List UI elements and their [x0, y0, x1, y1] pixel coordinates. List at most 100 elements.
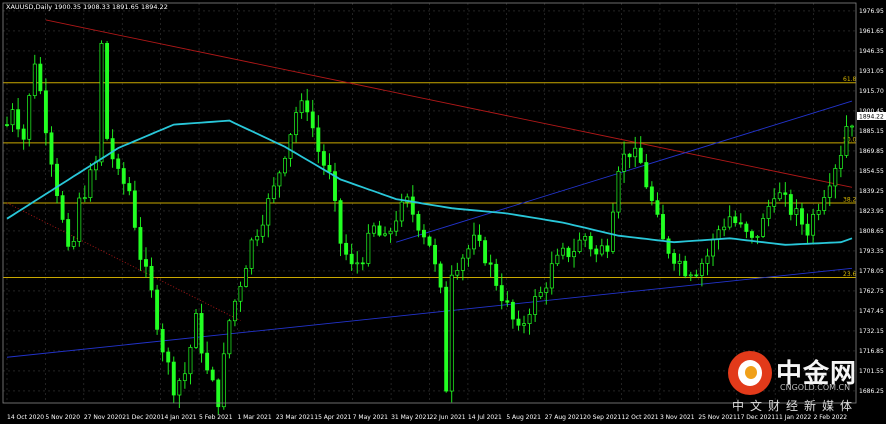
x-tick-label: 3 Nov 2021 — [660, 414, 695, 421]
candle-body — [416, 213, 421, 231]
candle-body — [510, 301, 515, 320]
candle-body — [816, 210, 821, 215]
candle-body — [377, 225, 382, 236]
candle-body — [661, 214, 665, 240]
candle-body — [310, 111, 315, 129]
candle-body — [410, 196, 415, 215]
candle-body — [705, 255, 710, 264]
candle-body — [727, 216, 732, 228]
candle-body — [761, 218, 766, 237]
candle-body — [43, 90, 48, 134]
candle-body — [327, 164, 332, 172]
candle-body — [144, 259, 148, 267]
x-tick-label: 5 Feb 2021 — [199, 414, 233, 421]
candle-body — [472, 234, 476, 250]
candle-body — [88, 169, 93, 198]
y-tick-label: 1976.95 — [859, 8, 884, 15]
candle-body — [60, 195, 65, 220]
candle-body — [238, 286, 243, 302]
candle-body — [655, 200, 660, 215]
candle-body — [360, 262, 365, 265]
candle-body — [55, 163, 59, 196]
candle-body — [733, 216, 738, 224]
candle-body — [527, 314, 532, 325]
candle-body — [555, 254, 560, 265]
cngold-logo-icon — [728, 351, 772, 395]
candle-body — [166, 351, 171, 363]
candle-body — [716, 229, 721, 240]
y-tick-label: 1854.55 — [859, 168, 884, 175]
y-tick-label: 1961.65 — [859, 28, 884, 35]
candle-body — [5, 124, 9, 126]
candle-body — [82, 197, 87, 199]
candle-body — [271, 185, 276, 199]
x-tick-label: 12 Oct 2021 — [622, 414, 659, 421]
candle-body — [722, 226, 727, 231]
candle-body — [560, 247, 565, 256]
candle-body — [132, 190, 137, 228]
candle-body — [10, 109, 15, 126]
candle-body — [794, 208, 799, 215]
candle-body — [121, 168, 126, 184]
candle-body — [766, 205, 771, 219]
candle-body — [383, 233, 387, 236]
candle-body — [744, 223, 749, 232]
candle-body — [138, 227, 143, 260]
y-tick-label: 1931.05 — [859, 68, 884, 75]
candle-body — [544, 287, 549, 293]
candle-body — [244, 268, 248, 287]
candle-body — [210, 369, 215, 381]
x-tick-label: 20 Sep 2021 — [583, 414, 621, 421]
candle-body — [32, 63, 37, 96]
candle-body — [399, 201, 404, 222]
candle-body — [177, 380, 182, 396]
candle-body — [27, 95, 32, 140]
candle-body — [594, 248, 599, 255]
x-tick-label: 27 Nov 2020 — [84, 414, 123, 421]
candle-body — [677, 260, 682, 264]
candle-body — [316, 127, 321, 152]
x-tick-label: 5 Nov 2020 — [45, 414, 80, 421]
candle-body — [427, 236, 432, 246]
candle-body — [583, 236, 588, 241]
candle-body — [616, 170, 621, 213]
candle-body — [844, 126, 849, 156]
y-tick-label: 1808.65 — [859, 228, 884, 235]
candle-body — [194, 313, 198, 348]
candle-body — [344, 242, 349, 255]
candle-body — [288, 134, 293, 159]
y-tick-label: 1946.35 — [859, 48, 884, 55]
candle-body — [221, 353, 226, 408]
candle-body — [805, 223, 810, 236]
candle-body — [49, 132, 54, 165]
x-tick-label: 5 Aug 2021 — [506, 414, 541, 421]
candle-body — [299, 100, 304, 113]
y-tick-label: 1732.15 — [859, 328, 884, 335]
candle-body — [566, 247, 571, 258]
candle-body — [171, 361, 176, 396]
candle-body — [572, 251, 576, 258]
candle-body — [338, 200, 343, 244]
x-tick-label: 7 May 2021 — [353, 414, 388, 421]
x-tick-label: 14 Oct 2020 — [7, 414, 44, 421]
candle-body — [611, 211, 615, 252]
y-tick-label: 1915.70 — [859, 88, 884, 95]
candle-body — [199, 313, 204, 354]
candle-body — [505, 300, 510, 303]
candle-body — [160, 329, 165, 353]
candle-body — [838, 155, 843, 169]
candle-body — [638, 147, 643, 163]
candle-body — [449, 274, 454, 392]
candle-body — [232, 300, 237, 322]
candle-body — [644, 162, 649, 188]
candle-body — [850, 125, 854, 128]
candle-body — [444, 286, 449, 392]
candle-body — [349, 253, 354, 265]
candle-body — [672, 253, 677, 264]
candle-body — [110, 138, 115, 160]
trendline — [6, 202, 241, 322]
candle-body — [16, 109, 21, 130]
candle-body — [627, 153, 632, 158]
candle-body — [355, 262, 360, 265]
candle-body — [394, 220, 399, 232]
